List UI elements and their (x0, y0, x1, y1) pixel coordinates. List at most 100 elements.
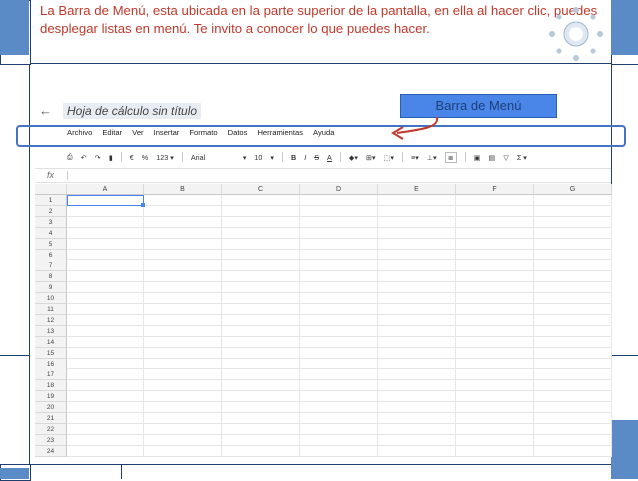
row-header-4[interactable]: 4 (35, 227, 67, 239)
selected-cell-a1[interactable] (67, 195, 144, 206)
insert-chart-icon[interactable]: ▤ (489, 153, 496, 162)
column-header-d[interactable]: D (300, 184, 378, 195)
print-icon[interactable]: ⎙ (67, 152, 73, 162)
callout-arrow-icon (391, 116, 439, 140)
row-header-22[interactable]: 22 (35, 423, 67, 435)
row-header-18[interactable]: 18 (35, 380, 67, 392)
row-header-20[interactable]: 20 (35, 402, 67, 414)
row-gridline (67, 379, 612, 381)
font-dropdown[interactable]: Arial (191, 153, 235, 162)
corner-blue-top-left (0, 0, 29, 55)
row-header-1[interactable]: 1 (35, 195, 67, 206)
frame-left-tick (0, 355, 29, 356)
functions-button[interactable]: Σ ▾ (517, 153, 527, 162)
fill-color-icon[interactable]: ◆▾ (349, 153, 358, 162)
row-header-8[interactable]: 8 (35, 271, 67, 283)
row-header-19[interactable]: 19 (35, 391, 67, 403)
column-gridline (611, 195, 612, 457)
fill-handle[interactable] (141, 203, 145, 207)
row-header-10[interactable]: 10 (35, 293, 67, 305)
bold-button[interactable]: B (291, 153, 296, 162)
column-header-f[interactable]: F (456, 184, 534, 195)
frame-right-tick (611, 355, 638, 356)
toolbar: ⎙ ↶ ↷ ▮ € % 123 ▾ Arial ▾ 10 ▾ B I S A ◆… (67, 150, 527, 164)
spreadsheet-grid[interactable]: A B C D E F G 1 2 3 4 5 6 7 8 9 10 11 12 13 14 15 16 17 18 19 20 21… (35, 184, 612, 460)
number-format-dropdown[interactable]: 123 ▾ (156, 153, 174, 162)
row-gridline (67, 390, 612, 392)
row-header-15[interactable]: 15 (35, 347, 67, 359)
row-gridline (67, 433, 612, 435)
filter-icon[interactable]: ▽ (503, 153, 509, 162)
document-title[interactable]: Hoja de cálculo sin título (63, 103, 202, 119)
row-header-23[interactable]: 23 (35, 434, 67, 446)
toolbar-divider (464, 152, 466, 162)
row-header-5[interactable]: 5 (35, 238, 67, 250)
row-header-17[interactable]: 17 (35, 369, 67, 381)
frame-left-line (29, 0, 30, 479)
row-header-7[interactable]: 7 (35, 260, 67, 272)
toolbar-divider (402, 152, 404, 162)
frame-bottom-line (0, 464, 638, 465)
row-header-6[interactable]: 6 (35, 249, 67, 261)
formula-divider (67, 171, 68, 180)
column-gridline (455, 195, 456, 457)
row-header-9[interactable]: 9 (35, 282, 67, 294)
column-gridline (377, 195, 378, 457)
row-gridline (67, 259, 612, 261)
column-header-c[interactable]: C (222, 184, 300, 195)
font-dropdown-chevron-icon[interactable]: ▾ (243, 153, 247, 162)
toolbar-divider (339, 152, 341, 162)
row-header-24[interactable]: 24 (35, 445, 67, 457)
row-gridline (67, 335, 612, 337)
row-header-21[interactable]: 21 (35, 413, 67, 424)
row-gridline (67, 292, 612, 294)
insert-comment-icon[interactable]: ▣ (474, 153, 481, 162)
back-arrow-icon[interactable]: ← (39, 103, 52, 118)
row-gridline (67, 204, 612, 206)
row-gridline (67, 281, 612, 283)
formula-bar[interactable]: fx (35, 168, 611, 183)
currency-button[interactable]: € (130, 153, 134, 162)
row-header-3[interactable]: 3 (35, 216, 67, 228)
corner-blue-bottom-left (0, 468, 29, 479)
row-header-2[interactable]: 2 (35, 205, 67, 217)
redo-icon[interactable]: ↷ (95, 153, 101, 162)
align-vertical-icon[interactable]: ⊥▾ (427, 153, 437, 162)
borders-icon[interactable]: ⊞▾ (366, 153, 376, 162)
row-gridline (67, 324, 612, 326)
merge-cells-icon[interactable]: ⬚▾ (384, 153, 394, 162)
paint-format-icon[interactable]: ▮ (109, 153, 113, 162)
toolbar-divider (181, 152, 183, 162)
row-gridline (67, 346, 612, 348)
row-gridline (67, 303, 612, 304)
row-gridline (67, 357, 612, 359)
row-gridline (67, 444, 612, 446)
row-gridline (67, 313, 612, 315)
column-header-a[interactable]: A (67, 184, 144, 195)
italic-button[interactable]: I (304, 153, 306, 162)
font-size-dropdown[interactable]: 10 (254, 153, 262, 162)
strikethrough-button[interactable]: S (314, 153, 319, 162)
row-header-12[interactable]: 12 (35, 314, 67, 326)
font-size-chevron-icon[interactable]: ▾ (270, 153, 274, 162)
column-header-b[interactable]: B (144, 184, 222, 195)
menu-bar-highlight (16, 125, 626, 147)
row-header-16[interactable]: 16 (35, 358, 67, 370)
column-gridline (221, 195, 222, 457)
align-horizontal-icon[interactable]: ≡▾ (411, 153, 419, 162)
row-header-11[interactable]: 11 (35, 304, 67, 315)
column-header-e[interactable]: E (378, 184, 456, 195)
undo-icon[interactable]: ↶ (81, 153, 87, 162)
column-header-g[interactable]: G (534, 184, 612, 195)
row-gridline (67, 226, 612, 228)
row-header-14[interactable]: 14 (35, 336, 67, 348)
text-color-button[interactable]: A (327, 153, 332, 162)
row-header-13[interactable]: 13 (35, 325, 67, 337)
wrap-text-icon[interactable]: ≣ (444, 151, 457, 163)
grid-corner[interactable] (35, 184, 67, 195)
row-gridline (67, 270, 612, 272)
percent-button[interactable]: % (142, 153, 148, 162)
row-gridline (67, 412, 612, 413)
row-gridline (67, 248, 612, 250)
sun-icon (549, 7, 603, 61)
